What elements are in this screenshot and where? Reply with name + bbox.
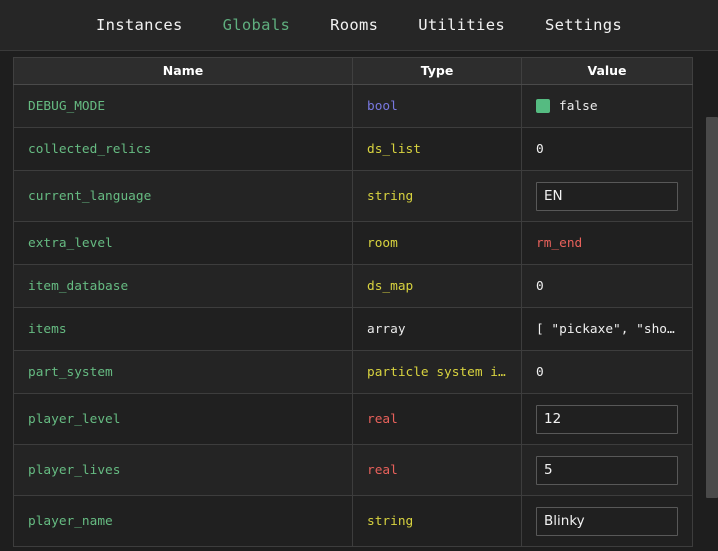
tab-rooms[interactable]: Rooms [328,12,380,38]
variable-name-label: collected_relics [28,141,152,157]
table-row[interactable]: item_database ds_map 0 [13,264,693,308]
table-row[interactable]: player_lives real [13,444,693,496]
variable-name-label: item_database [28,278,129,294]
variable-value-input[interactable] [536,455,678,485]
variable-name-cell[interactable]: collected_relics [13,127,353,171]
variable-type-label: real [367,411,398,427]
variable-name-cell[interactable]: player_lives [13,444,353,496]
vertical-scrollbar-thumb[interactable] [706,117,718,498]
variable-type-cell: room [352,221,522,265]
tab-globals[interactable]: Globals [221,12,292,38]
variable-value-cell[interactable] [521,444,693,496]
variable-value-cell[interactable]: [ "pickaxe", "shov… [521,307,693,351]
table-row[interactable]: part_system particle system in… 0 [13,350,693,394]
table-row[interactable]: player_name string [13,495,693,547]
variable-value-cell[interactable]: 0 [521,350,693,394]
table-header: Name Type Value [13,57,693,85]
variable-name-cell[interactable]: player_level [13,393,353,445]
variable-name-label: player_level [28,411,121,427]
variable-name-label: part_system [28,364,113,380]
bool-value-label: false [559,98,598,114]
variable-type-label: room [367,235,398,251]
vertical-scrollbar-track[interactable] [704,51,718,551]
variable-type-cell: particle system in… [352,350,522,394]
table-row[interactable]: current_language string [13,170,693,222]
variable-name-label: player_name [28,513,113,529]
variable-value-cell[interactable] [521,170,693,222]
variable-value-label: 0 [536,141,544,157]
variable-value-input[interactable] [536,506,678,536]
variable-name-label: player_lives [28,462,121,478]
variable-name-cell[interactable]: item_database [13,264,353,308]
variable-name-label: current_language [28,188,152,204]
variable-value-input[interactable] [536,404,678,434]
variable-type-cell: ds_map [352,264,522,308]
variable-value-cell[interactable] [521,495,693,547]
variable-name-label: extra_level [28,235,113,251]
tab-utilities[interactable]: Utilities [416,12,507,38]
variable-name-label: DEBUG_MODE [28,98,106,114]
variable-type-label: particle system in… [367,364,507,380]
variable-name-cell[interactable]: DEBUG_MODE [13,84,353,128]
variable-type-cell: real [352,393,522,445]
variable-type-cell: string [352,170,522,222]
variable-value-cell[interactable]: 0 [521,127,693,171]
variable-name-cell[interactable]: player_name [13,495,353,547]
variable-value-label: rm_end [536,235,583,251]
variable-value-label: 0 [536,278,544,294]
table-header-row: Name Type Value [13,57,693,85]
variable-type-label: real [367,462,398,478]
variable-type-label: ds_map [367,278,414,294]
column-header-name[interactable]: Name [13,57,353,85]
variable-value-input[interactable] [536,181,678,211]
variable-type-cell: real [352,444,522,496]
variable-name-cell[interactable]: extra_level [13,221,353,265]
table-row[interactable]: items array [ "pickaxe", "shov… [13,307,693,351]
table-row[interactable]: collected_relics ds_list 0 [13,127,693,171]
variable-value-cell[interactable]: rm_end [521,221,693,265]
variable-name-cell[interactable]: items [13,307,353,351]
variable-type-label: string [367,513,414,529]
tab-settings[interactable]: Settings [543,12,624,38]
variable-type-cell: bool [352,84,522,128]
variable-type-cell: ds_list [352,127,522,171]
table-row[interactable]: DEBUG_MODE bool false [13,84,693,128]
bool-value-group: false [536,99,678,114]
globals-table: Name Type Value DEBUG_MODE bool false colle… [13,57,693,547]
variable-value-label: [ "pickaxe", "shov… [536,321,678,337]
variable-value-cell[interactable] [521,393,693,445]
tab-instances[interactable]: Instances [94,12,185,38]
variable-type-cell: string [352,495,522,547]
variable-type-label: string [367,188,414,204]
variable-type-label: ds_list [367,141,421,157]
globals-table-container: Name Type Value DEBUG_MODE bool false colle… [0,51,718,551]
variable-value-cell[interactable]: 0 [521,264,693,308]
variable-type-label: bool [367,98,398,114]
column-header-value[interactable]: Value [521,57,693,85]
table-body: DEBUG_MODE bool false collected_relics ds_li… [13,84,693,547]
variable-name-cell[interactable]: current_language [13,170,353,222]
variable-value-cell[interactable]: false [521,84,693,128]
table-row[interactable]: extra_level room rm_end [13,221,693,265]
variable-type-label: array [367,321,406,337]
variable-value-label: 0 [536,364,544,380]
variable-name-label: items [28,321,67,337]
checkbox-icon[interactable] [536,99,550,113]
main-tab-bar: Instances Globals Rooms Utilities Settings [0,0,718,51]
variable-name-cell[interactable]: part_system [13,350,353,394]
variable-type-cell: array [352,307,522,351]
column-header-type[interactable]: Type [352,57,522,85]
table-row[interactable]: player_level real [13,393,693,445]
